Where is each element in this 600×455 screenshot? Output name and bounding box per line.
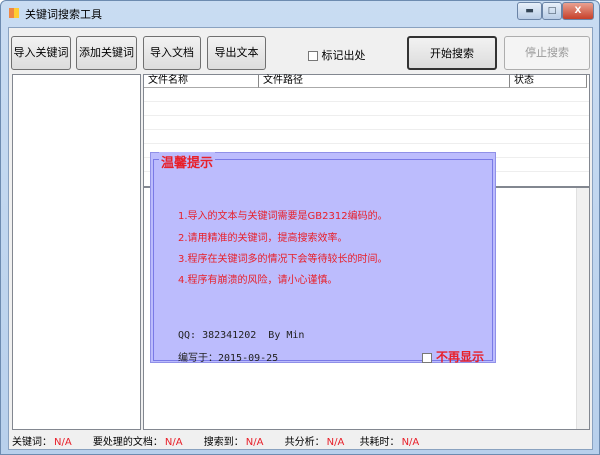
- export-text-button[interactable]: 导出文本: [207, 36, 266, 70]
- status-bar: 关键词： N/A 要处理的文档： N/A 搜索到： N/A 共分析： N/A 共耗时： N…: [12, 433, 421, 448]
- close-button[interactable]: X: [562, 2, 594, 20]
- docs-label: 要处理的文档：: [92, 437, 163, 448]
- dont-show-checkbox[interactable]: 不再显示: [421, 348, 484, 365]
- keywords-value: N/A: [54, 437, 72, 448]
- tip-4: 4.程序有崩溃的风险，请小心谨慎。: [178, 275, 338, 286]
- time-value: N/A: [401, 437, 420, 448]
- add-keyword-button[interactable]: 添加关键词: [76, 36, 137, 70]
- import-keywords-button[interactable]: 导入关键词: [11, 36, 71, 70]
- tip-2: 2.请用精准的关键词，提高搜索效率。: [178, 233, 348, 244]
- docs-value: N/A: [164, 437, 183, 448]
- dont-show-label: 不再显示: [435, 350, 484, 364]
- stop-search-button[interactable]: 停止搜索: [504, 36, 590, 70]
- import-docs-button[interactable]: 导入文档: [143, 36, 201, 70]
- analyzed-label: 共分析：: [284, 437, 325, 448]
- tips-groupbox: 温馨提示 1.导入的文本与关键词需要是GB2312编码的。 2.请用精准的关键词…: [153, 152, 493, 364]
- app-icon: [9, 8, 19, 18]
- window-title: 关键词搜索工具: [25, 8, 102, 21]
- minimize-button[interactable]: ▬: [517, 2, 542, 20]
- keywords-label: 关键词：: [12, 437, 52, 448]
- mark-source-label: 标记出处: [321, 49, 366, 62]
- start-search-button[interactable]: 开始搜索: [407, 36, 497, 70]
- found-label: 搜索到：: [203, 437, 244, 448]
- written-date: 编写于：2015-09-25: [178, 353, 279, 364]
- maximize-button[interactable]: □: [542, 2, 562, 20]
- mark-source-checkbox[interactable]: 标记出处: [308, 47, 366, 63]
- tip-3: 3.程序在关键词多的情况下会等待较长的时间。: [178, 254, 388, 265]
- title-bar: 关键词搜索工具 ▬ □ X: [1, 1, 599, 25]
- analyzed-value: N/A: [326, 437, 345, 448]
- tips-title: 温馨提示: [159, 152, 216, 171]
- column-header-status[interactable]: 状态: [510, 75, 587, 88]
- column-header-path[interactable]: 文件路径: [259, 75, 510, 88]
- found-value: N/A: [245, 437, 264, 448]
- vertical-scrollbar[interactable]: [576, 188, 589, 429]
- time-label: 共耗时：: [359, 437, 400, 448]
- keyword-list[interactable]: [12, 74, 141, 430]
- checkbox-box[interactable]: [308, 51, 318, 61]
- qq-info: QQ: 382341202 By Min: [178, 330, 305, 341]
- tips-popup: 温馨提示 1.导入的文本与关键词需要是GB2312编码的。 2.请用精准的关键词…: [150, 152, 496, 364]
- column-header-filename[interactable]: 文件名称: [144, 75, 259, 88]
- checkbox-box[interactable]: [421, 352, 432, 363]
- tip-1: 1.导入的文本与关键词需要是GB2312编码的。: [178, 211, 388, 222]
